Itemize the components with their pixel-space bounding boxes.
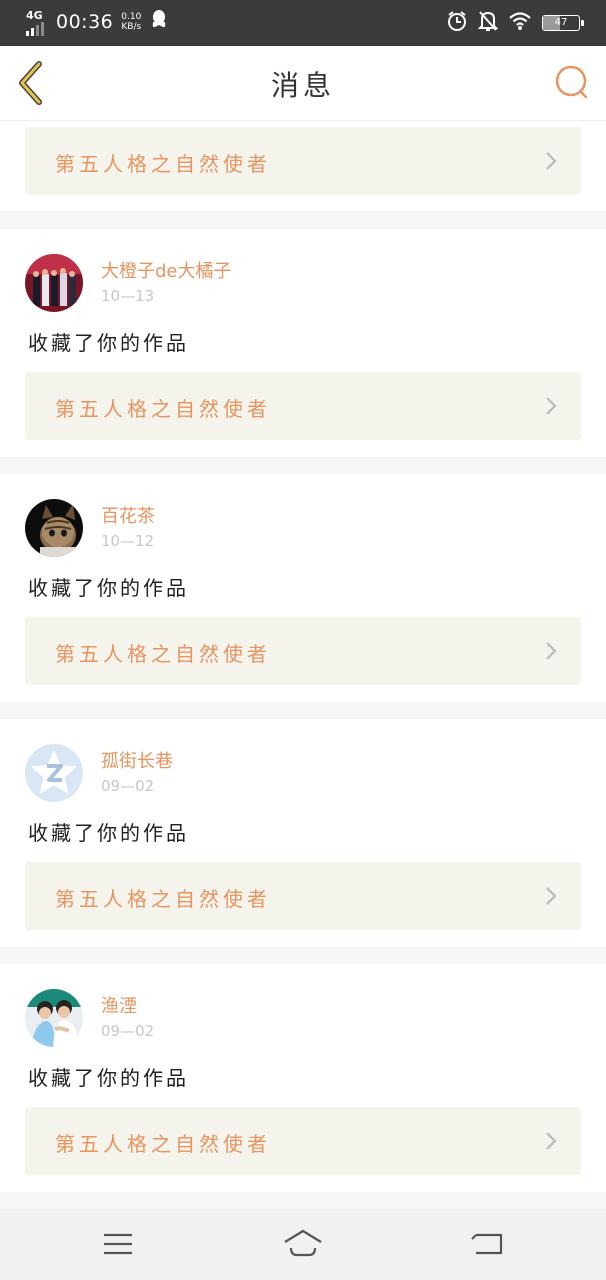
action-text: 收藏了你的作品 <box>28 331 189 355</box>
home-icon <box>284 1229 322 1257</box>
work-link[interactable]: 第五人格之自然使者 <box>25 862 581 930</box>
action-text: 收藏了你的作品 <box>28 576 189 600</box>
avatar[interactable] <box>25 499 83 557</box>
page-title: 消息 <box>270 69 335 102</box>
avatar[interactable] <box>25 254 83 312</box>
qq-icon <box>151 10 167 34</box>
network-type: 4G <box>26 9 43 22</box>
menu-button[interactable] <box>98 1227 138 1261</box>
message-list[interactable]: 第五人格之自然使者 大橙子de大橘子 10—13 收藏了你的作品 第五人格之自然… <box>0 121 606 1209</box>
message-date: 10—13 <box>101 287 155 305</box>
chevron-right-icon <box>546 152 557 170</box>
work-link[interactable]: 第五人格之自然使者 <box>25 1107 581 1175</box>
search-icon <box>555 65 588 99</box>
action-text: 收藏了你的作品 <box>28 821 189 845</box>
battery-icon: 47 <box>542 15 584 31</box>
app-header: 消息 <box>0 46 606 121</box>
signal-icon: 4G <box>24 8 50 36</box>
chevron-right-icon <box>546 887 557 905</box>
work-link[interactable]: 第五人格之自然使者 <box>25 372 581 440</box>
alarm-icon <box>446 10 468 36</box>
message-date: 10—12 <box>101 532 155 550</box>
username[interactable]: 百花茶 <box>101 505 155 529</box>
avatar[interactable] <box>25 744 83 802</box>
message-card: 百花茶 10—12 收藏了你的作品 第五人格之自然使者 <box>0 474 606 702</box>
chevron-right-icon <box>546 642 557 660</box>
wifi-icon <box>508 11 532 35</box>
home-button[interactable] <box>283 1227 323 1261</box>
action-text: 收藏了你的作品 <box>28 1066 189 1090</box>
message-card: 渔湮 09—02 收藏了你的作品 第五人格之自然使者 <box>0 964 606 1192</box>
username[interactable]: 大橙子de大橘子 <box>101 260 232 284</box>
work-title: 第五人格之自然使者 <box>55 1132 271 1156</box>
system-nav-bar <box>0 1209 606 1280</box>
back-icon <box>471 1233 503 1255</box>
user-row[interactable]: 大橙子de大橘子 10—13 <box>25 254 232 312</box>
mute-bell-icon <box>477 10 499 36</box>
battery-level-text: 47 <box>554 17 568 28</box>
username[interactable]: 渔湮 <box>101 995 154 1019</box>
chevron-right-icon <box>546 1132 557 1150</box>
work-link[interactable]: 第五人格之自然使者 <box>25 127 581 195</box>
work-title: 第五人格之自然使者 <box>55 397 271 421</box>
username[interactable]: 孤街长巷 <box>101 750 173 774</box>
speed-value: 0.10 <box>121 12 142 22</box>
message-date: 09—02 <box>101 777 155 795</box>
avatar[interactable] <box>25 989 83 1047</box>
message-card: 孤街长巷 09—02 收藏了你的作品 第五人格之自然使者 <box>0 719 606 947</box>
work-title: 第五人格之自然使者 <box>55 642 271 666</box>
status-bar: 4G 00:36 0.10 KB/s 47 <box>0 0 606 46</box>
user-row[interactable]: 孤街长巷 09—02 <box>25 744 173 802</box>
message-date: 09—02 <box>101 1022 155 1040</box>
work-link[interactable]: 第五人格之自然使者 <box>25 617 581 685</box>
menu-icon <box>104 1233 132 1255</box>
work-title: 第五人格之自然使者 <box>55 887 271 911</box>
user-row[interactable]: 百花茶 10—12 <box>25 499 155 557</box>
message-card: 第五人格之自然使者 <box>0 121 606 211</box>
search-button[interactable] <box>552 62 592 102</box>
speed-unit: KB/s <box>121 22 142 32</box>
user-row[interactable]: 渔湮 09—02 <box>25 989 154 1047</box>
message-card: 大橙子de大橘子 10—13 收藏了你的作品 第五人格之自然使者 <box>0 229 606 457</box>
work-title: 第五人格之自然使者 <box>55 152 271 176</box>
network-speed: 0.10 KB/s <box>121 12 141 32</box>
status-time: 00:36 <box>56 11 114 33</box>
chevron-right-icon <box>546 397 557 415</box>
back-nav-button[interactable] <box>468 1227 508 1261</box>
